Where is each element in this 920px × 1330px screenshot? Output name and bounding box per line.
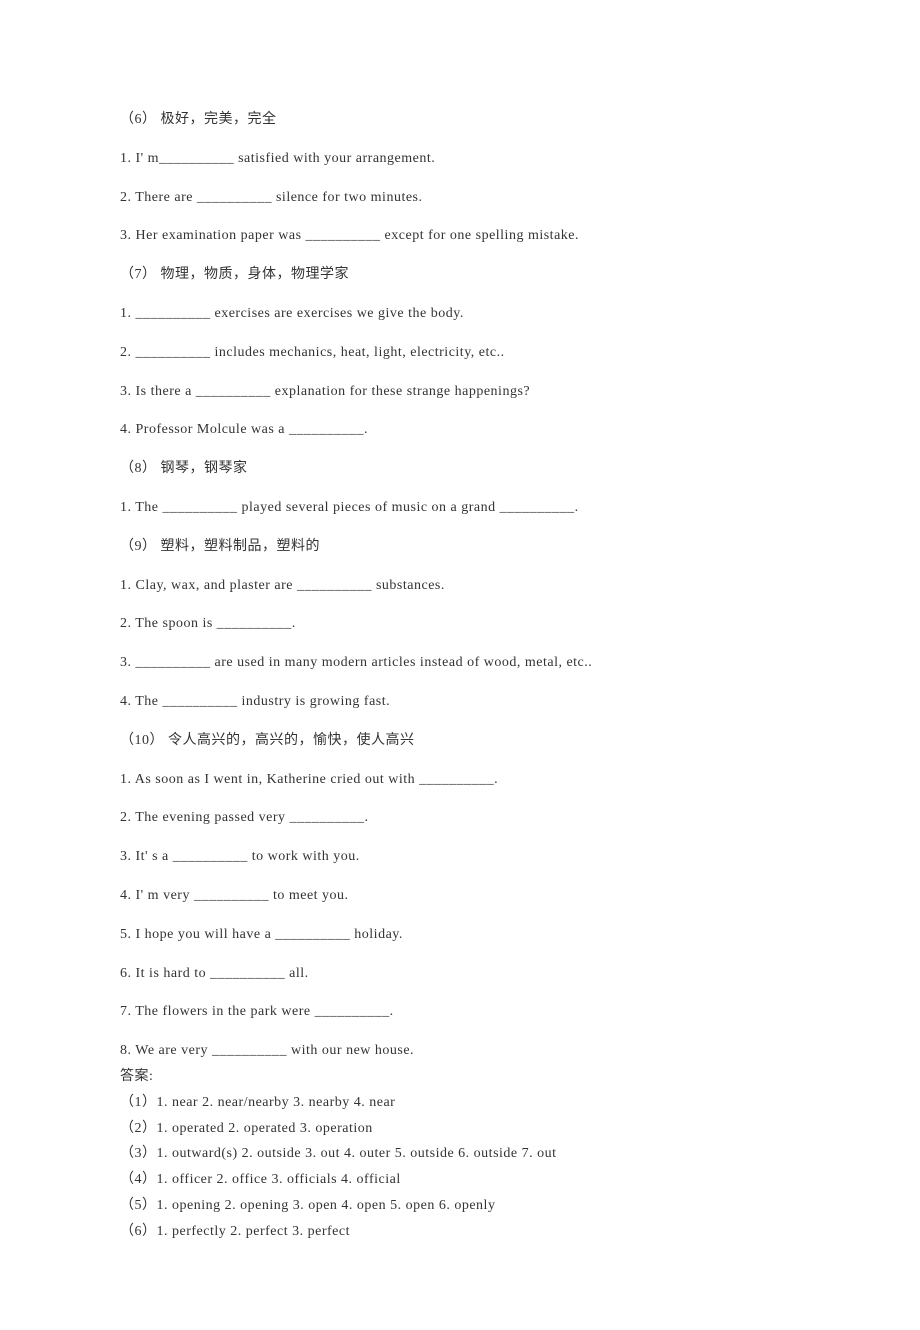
answer-line: （1）1. near 2. near/nearby 3. nearby 4. n…: [120, 1095, 800, 1112]
question-line: 2. __________ includes mechanics, heat, …: [120, 345, 800, 362]
question-line: 3. It' s a __________ to work with you.: [120, 849, 800, 866]
question-line: 2. The evening passed very __________.: [120, 810, 800, 827]
question-line: 8. We are very __________ with our new h…: [120, 1043, 800, 1060]
question-line: 2. There are __________ silence for two …: [120, 190, 800, 207]
question-line: 1. I' m__________ satisfied with your ar…: [120, 151, 800, 168]
document-page: （6） 极好，完美，完全 1. I' m__________ satisfied…: [0, 0, 920, 1330]
answer-line: （2）1. operated 2. operated 3. operation: [120, 1121, 800, 1138]
answer-heading: 答案:: [120, 1069, 800, 1086]
section-heading: （8） 钢琴，钢琴家: [120, 461, 800, 478]
question-line: 1. Clay, wax, and plaster are __________…: [120, 578, 800, 595]
question-line: 5. I hope you will have a __________ hol…: [120, 927, 800, 944]
question-line: 1. The __________ played several pieces …: [120, 500, 800, 517]
question-line: 6. It is hard to __________ all.: [120, 966, 800, 983]
question-line: 2. The spoon is __________.: [120, 616, 800, 633]
answer-line: （3）1. outward(s) 2. outside 3. out 4. ou…: [120, 1146, 800, 1163]
question-line: 3. __________ are used in many modern ar…: [120, 655, 800, 672]
question-line: 4. I' m very __________ to meet you.: [120, 888, 800, 905]
answer-line: （4）1. officer 2. office 3. officials 4. …: [120, 1172, 800, 1189]
question-line: 3. Her examination paper was __________ …: [120, 228, 800, 245]
section-heading: （6） 极好，完美，完全: [120, 112, 800, 129]
section-heading: （10） 令人高兴的，高兴的，愉快，使人高兴: [120, 733, 800, 750]
answer-line: （5）1. opening 2. opening 3. open 4. open…: [120, 1198, 800, 1215]
section-heading: （7） 物理，物质，身体，物理学家: [120, 267, 800, 284]
question-line: 4. The __________ industry is growing fa…: [120, 694, 800, 711]
section-heading: （9） 塑料，塑料制品，塑料的: [120, 539, 800, 556]
question-line: 4. Professor Molcule was a __________.: [120, 422, 800, 439]
question-line: 1. As soon as I went in, Katherine cried…: [120, 772, 800, 789]
question-line: 7. The flowers in the park were ________…: [120, 1004, 800, 1021]
question-line: 1. __________ exercises are exercises we…: [120, 306, 800, 323]
question-line: 3. Is there a __________ explanation for…: [120, 384, 800, 401]
answer-line: （6）1. perfectly 2. perfect 3. perfect: [120, 1224, 800, 1241]
